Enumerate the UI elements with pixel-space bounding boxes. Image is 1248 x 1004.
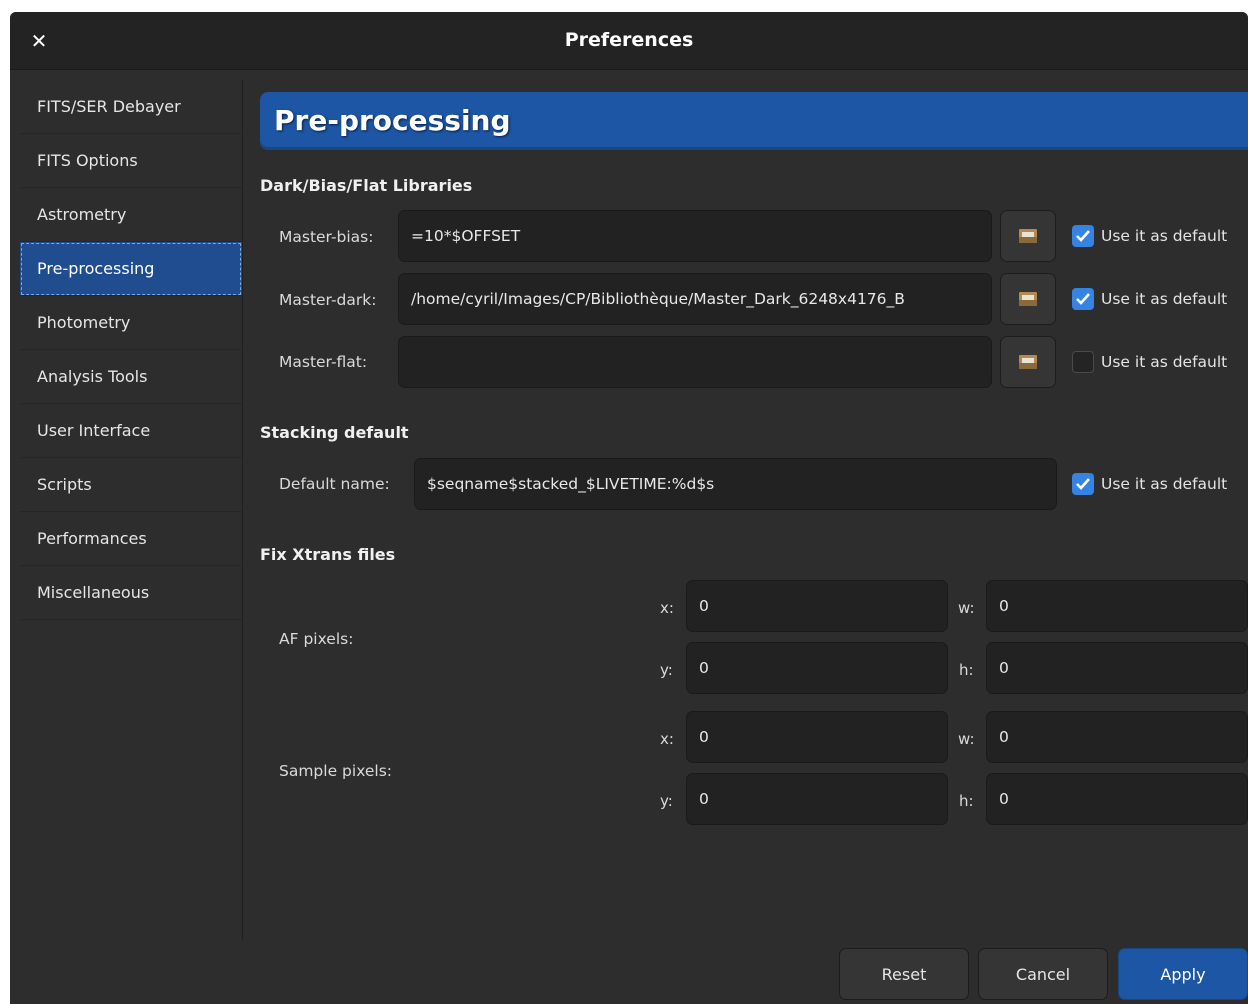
master-bias-input[interactable]: =10*$OFFSET	[398, 210, 992, 262]
sample-w-label: w:	[958, 730, 975, 748]
master-bias-browse-button[interactable]	[1000, 210, 1056, 262]
sample-h-label: h:	[959, 792, 974, 810]
sidebar: FITS/SER Debayer FITS Options Astrometry…	[20, 80, 243, 940]
sample-x-label: x:	[660, 730, 674, 748]
master-flat-default-label: Use it as default	[1101, 353, 1228, 371]
preferences-dialog: ✕ Preferences FITS/SER Debayer FITS Opti…	[10, 12, 1248, 1004]
sample-y-label: y:	[660, 792, 673, 810]
stacking-default-checkbox[interactable]: Use it as default	[1072, 473, 1227, 495]
default-name-label: Default name:	[279, 475, 390, 493]
stacking-section-title: Stacking default	[260, 423, 409, 442]
master-dark-input[interactable]: /home/cyril/Images/CP/Bibliothèque/Maste…	[398, 273, 992, 325]
master-dark-label: Master-dark:	[279, 291, 377, 309]
checkbox-checked-icon	[1072, 288, 1094, 310]
master-bias-default-checkbox[interactable]: Use it as default	[1072, 225, 1227, 247]
af-pixels-label: AF pixels:	[279, 630, 354, 648]
checkbox-checked-icon	[1072, 473, 1094, 495]
master-flat-label: Master-flat:	[279, 353, 368, 371]
folder-icon	[1019, 229, 1037, 243]
page-title: Pre-processing	[274, 104, 511, 137]
master-bias-default-label: Use it as default	[1101, 227, 1228, 245]
stacking-default-label: Use it as default	[1101, 475, 1228, 493]
af-h-input[interactable]: 0	[986, 642, 1248, 694]
af-x-input[interactable]: 0	[686, 580, 948, 632]
sample-y-input[interactable]: 0	[686, 773, 948, 825]
page-heading-banner: Pre-processing	[260, 92, 1248, 150]
af-x-label: x:	[660, 599, 674, 617]
sample-h-input[interactable]: 0	[986, 773, 1248, 825]
af-y-input[interactable]: 0	[686, 642, 948, 694]
sidebar-item-photometry[interactable]: Photometry	[20, 296, 242, 350]
folder-icon	[1019, 292, 1037, 306]
xtrans-section-title: Fix Xtrans files	[260, 545, 396, 564]
cancel-button[interactable]: Cancel	[978, 948, 1108, 1000]
sidebar-item-analysis-tools[interactable]: Analysis Tools	[20, 350, 242, 404]
master-bias-label: Master-bias:	[279, 228, 374, 246]
sidebar-item-fits-options[interactable]: FITS Options	[20, 134, 242, 188]
af-y-label: y:	[660, 661, 673, 679]
sample-w-input[interactable]: 0	[986, 711, 1248, 763]
sidebar-item-fits-ser-debayer[interactable]: FITS/SER Debayer	[20, 80, 242, 134]
sidebar-item-performances[interactable]: Performances	[20, 512, 242, 566]
sidebar-item-user-interface[interactable]: User Interface	[20, 404, 242, 458]
master-flat-browse-button[interactable]	[1000, 336, 1056, 388]
sidebar-item-pre-processing[interactable]: Pre-processing	[20, 242, 242, 296]
checkbox-unchecked-icon	[1072, 351, 1094, 373]
checkbox-checked-icon	[1072, 225, 1094, 247]
master-dark-default-checkbox[interactable]: Use it as default	[1072, 288, 1227, 310]
master-dark-browse-button[interactable]	[1000, 273, 1056, 325]
sidebar-item-astrometry[interactable]: Astrometry	[20, 188, 242, 242]
dialog-title: Preferences	[564, 29, 694, 51]
master-flat-default-checkbox[interactable]: Use it as default	[1072, 351, 1227, 373]
sample-pixels-label: Sample pixels:	[279, 762, 393, 780]
sample-x-input[interactable]: 0	[686, 711, 948, 763]
reset-button[interactable]: Reset	[839, 948, 969, 1000]
apply-button[interactable]: Apply	[1118, 948, 1248, 1000]
folder-icon	[1019, 355, 1037, 369]
preferences-page: Pre-processing Dark/Bias/Flat Libraries …	[258, 80, 1248, 950]
af-w-input[interactable]: 0	[986, 580, 1248, 632]
sidebar-item-scripts[interactable]: Scripts	[20, 458, 242, 512]
sidebar-item-miscellaneous[interactable]: Miscellaneous	[20, 566, 242, 620]
default-name-input[interactable]: $seqname$stacked_$LIVETIME:%d$s	[414, 458, 1057, 510]
af-w-label: w:	[958, 599, 975, 617]
af-h-label: h:	[959, 661, 974, 679]
master-dark-default-label: Use it as default	[1101, 290, 1228, 308]
master-flat-input[interactable]	[398, 336, 992, 388]
libraries-section-title: Dark/Bias/Flat Libraries	[260, 176, 473, 195]
title-bar: ✕ Preferences	[10, 12, 1248, 70]
